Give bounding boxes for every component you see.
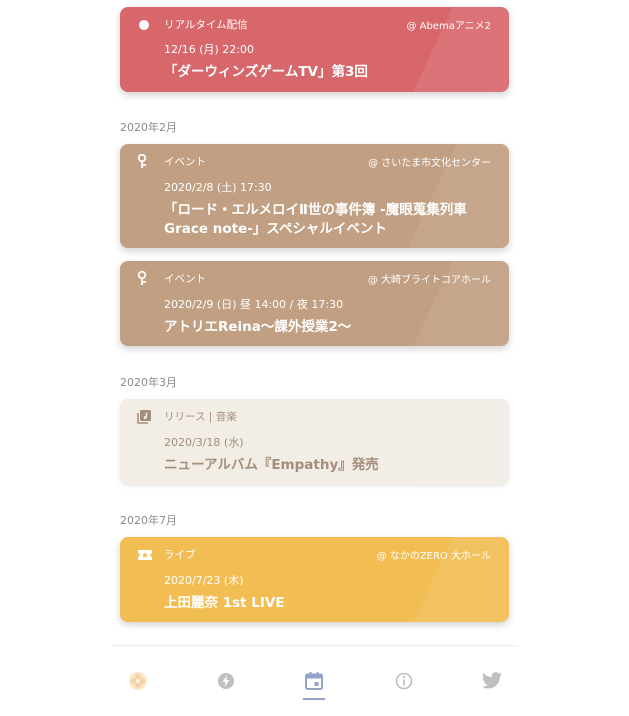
microphone-icon (137, 270, 151, 285)
event-title: アトリエReina～課外授業2～ (164, 318, 494, 337)
event-venue: @ なかのZERO 大ホール (376, 551, 491, 562)
event-date: 2020/7/23 (木) (164, 574, 244, 587)
nav-twitter[interactable] (471, 646, 511, 716)
event-title-line: Grace note-」スペシャルイベント (164, 221, 387, 237)
month-heading: 2020年2月 (120, 121, 177, 134)
event-title-line: ニューアルバム『Empathy』発売 (164, 457, 379, 473)
ticket-icon (137, 547, 152, 561)
event-date: 12/16 (月) 22:00 (164, 43, 254, 56)
bottom-nav (112, 645, 518, 716)
event-date: 2020/2/9 (日) 昼 14:00 / 夜 17:30 (164, 298, 344, 311)
event-type: イベント (164, 273, 206, 285)
event-card[interactable]: イベント @ 大崎ブライトコアホール 2020/2/9 (日) 昼 14:00 … (120, 261, 509, 346)
event-title-line: アトリエReina～課外授業2～ (164, 319, 352, 335)
event-title-line: 「ロード・エルメロイⅡ世の事件簿 -魔眼蒐集列車 (164, 202, 467, 218)
event-type: ライブ (164, 549, 196, 561)
event-card[interactable]: イベント @ さいたま市文化センター 2020/2/8 (土) 17:30 「ロ… (120, 144, 509, 248)
event-card[interactable]: ライブ @ なかのZERO 大ホール 2020/7/23 (木) 上田麗奈 1s… (120, 537, 509, 622)
event-title: 上田麗奈 1st LIVE (164, 594, 494, 613)
event-title-line: 「ダーウィンズゲームTV」第3回 (164, 64, 368, 80)
event-date: 2020/3/18 (水) (164, 436, 244, 449)
microphone-icon (137, 153, 151, 168)
event-date: 2020/2/8 (土) 17:30 (164, 181, 272, 194)
event-type: リアルタイム配信 (164, 19, 248, 31)
nav-home[interactable] (118, 646, 158, 716)
month-heading: 2020年3月 (120, 376, 177, 389)
event-title-line: 上田麗奈 1st LIVE (164, 595, 285, 611)
circle-icon (137, 17, 151, 31)
event-venue: @ Abemaアニメ2 (406, 21, 491, 32)
event-card[interactable]: リアルタイム配信 @ Abemaアニメ2 12/16 (月) 22:00 「ダー… (120, 7, 509, 92)
nav-profile[interactable] (384, 646, 424, 716)
event-card[interactable]: リリース | 音楽 2020/3/18 (水) ニューアルバム『Empathy』… (120, 399, 509, 484)
lightning-icon (218, 673, 234, 689)
event-title: ニューアルバム『Empathy』発売 (164, 456, 494, 475)
event-type: リリース | 音楽 (164, 411, 237, 423)
calendar-icon (305, 672, 323, 690)
info-icon (395, 672, 413, 690)
event-venue: @ さいたま市文化センター (368, 158, 491, 169)
event-venue: @ 大崎ブライトコアホール (367, 275, 491, 286)
twitter-icon (481, 672, 503, 689)
flower-logo-icon (129, 672, 147, 690)
event-title: 「ロード・エルメロイⅡ世の事件簿 -魔眼蒐集列車 Grace note-」スペシ… (164, 201, 494, 239)
active-tab-indicator (303, 698, 325, 700)
nav-schedule[interactable] (294, 646, 334, 716)
event-title: 「ダーウィンズゲームTV」第3回 (164, 63, 494, 82)
month-heading: 2020年7月 (120, 514, 177, 527)
nav-news[interactable] (206, 646, 246, 716)
music-library-icon (137, 409, 151, 424)
event-type: イベント (164, 156, 206, 168)
